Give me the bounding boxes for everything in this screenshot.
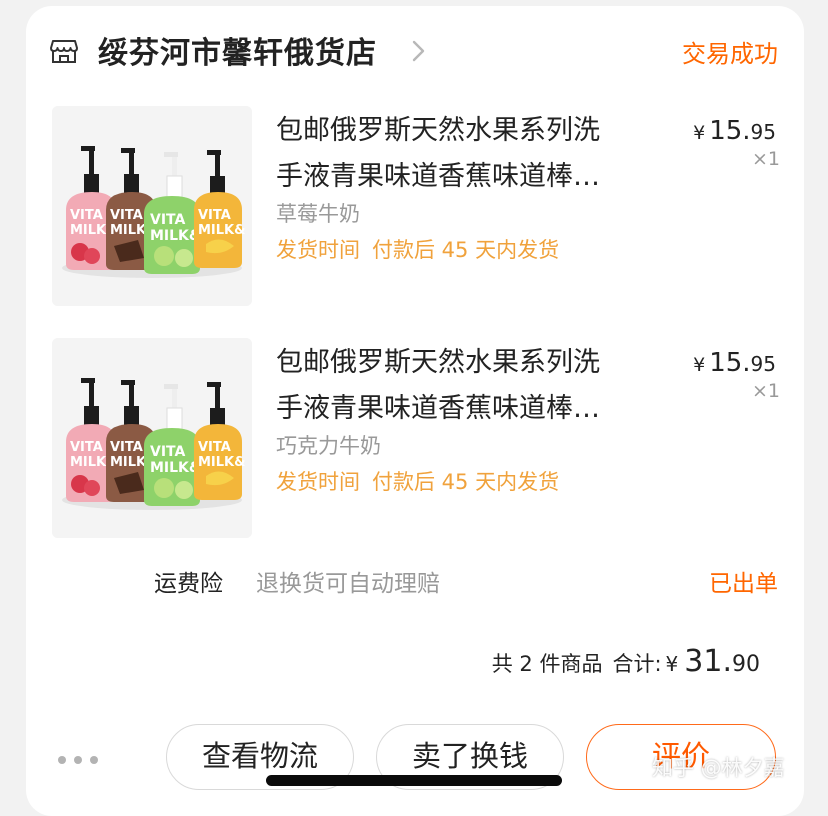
total-decimal: 90 xyxy=(732,652,760,677)
product-title-line: 手液青果味道香蕉味道棒… xyxy=(276,161,600,192)
ship-time-value: 付款后 45 天内发货 xyxy=(372,238,560,262)
order-card: 绥芬河市馨轩俄货店 交易成功 VITA MILK& VITA MILK& VIT… xyxy=(26,6,804,816)
svg-text:VITA: VITA xyxy=(70,440,103,455)
svg-text:MILK&: MILK& xyxy=(198,223,245,238)
item-count: 共 2 件商品 xyxy=(491,652,603,676)
currency-symbol: ¥ xyxy=(693,354,706,376)
order-summary: 共 2 件商品 合计: ¥31.90 xyxy=(492,644,760,679)
product-price: ¥15.95 xyxy=(693,348,776,378)
product-title-line: 包邮俄罗斯天然水果系列洗 xyxy=(276,347,600,378)
svg-text:VITA: VITA xyxy=(198,440,231,455)
ship-time-label: 发货时间 xyxy=(276,238,360,262)
ship-time: 发货时间 付款后 45 天内发货 xyxy=(276,466,559,496)
shop-name[interactable]: 绥芬河市馨轩俄货店 xyxy=(98,28,377,72)
product-title[interactable]: 包邮俄罗斯天然水果系列洗 手液青果味道香蕉味道棒… xyxy=(276,108,656,200)
insurance-label: 运费险 xyxy=(154,571,223,597)
shop-header[interactable]: 绥芬河市馨轩俄货店 交易成功 xyxy=(26,6,804,92)
product-quantity: ×1 xyxy=(751,148,780,170)
product-image[interactable]: VITA MILK& VITA MILK& VITA MILK& VITA MI… xyxy=(52,106,252,306)
product-variant: 草莓牛奶 xyxy=(276,202,360,226)
price-integer: 15. xyxy=(709,116,751,146)
order-status: 交易成功 xyxy=(682,40,778,68)
ship-time-label: 发货时间 xyxy=(276,470,360,494)
watermark: 知乎 @林夕嘉 xyxy=(652,756,785,780)
total-integer: 31. xyxy=(684,644,732,679)
order-item[interactable]: VITA MILK& VITA MILK& VITA MILK& VITA MI… xyxy=(26,104,804,314)
insurance-description: 退换货可自动理赔 xyxy=(256,571,440,597)
shipping-insurance-row[interactable]: 运费险 退换货可自动理赔 已出单 xyxy=(26,558,804,598)
product-title[interactable]: 包邮俄罗斯天然水果系列洗 手液青果味道香蕉味道棒… xyxy=(276,340,656,432)
svg-text:VITA: VITA xyxy=(198,208,231,223)
product-price: ¥15.95 xyxy=(693,116,776,146)
product-title-line: 包邮俄罗斯天然水果系列洗 xyxy=(276,115,600,146)
svg-text:MILK&: MILK& xyxy=(198,455,245,470)
order-item[interactable]: VITA MILK& VITA MILK& VITA MILK& VITA MI… xyxy=(26,336,804,546)
svg-text:VITA: VITA xyxy=(110,208,143,223)
svg-text:VITA: VITA xyxy=(70,208,103,223)
svg-text:VITA: VITA xyxy=(150,212,186,228)
product-image[interactable]: VITA MILK& VITA MILK& VITA MILK& VITA MI… xyxy=(52,338,252,538)
more-options-icon[interactable] xyxy=(56,752,102,768)
price-decimal: 95 xyxy=(750,120,776,144)
insurance-status: 已出单 xyxy=(709,571,778,597)
product-variant: 巧克力牛奶 xyxy=(276,434,381,458)
chevron-right-icon[interactable] xyxy=(410,36,428,66)
total-label: 合计: xyxy=(612,652,662,676)
currency-symbol: ¥ xyxy=(693,122,706,144)
product-title-line: 手液青果味道香蕉味道棒… xyxy=(276,393,600,424)
ship-time: 发货时间 付款后 45 天内发货 xyxy=(276,234,559,264)
svg-text:MILK&: MILK& xyxy=(150,460,201,476)
ship-time-value: 付款后 45 天内发货 xyxy=(372,470,560,494)
home-indicator[interactable] xyxy=(266,775,562,786)
currency-symbol: ¥ xyxy=(665,652,679,676)
svg-text:VITA: VITA xyxy=(150,444,186,460)
svg-text:MILK&: MILK& xyxy=(150,228,201,244)
product-quantity: ×1 xyxy=(751,380,780,402)
price-decimal: 95 xyxy=(750,352,776,376)
store-icon xyxy=(50,38,78,64)
price-integer: 15. xyxy=(709,348,751,378)
svg-text:VITA: VITA xyxy=(110,440,143,455)
